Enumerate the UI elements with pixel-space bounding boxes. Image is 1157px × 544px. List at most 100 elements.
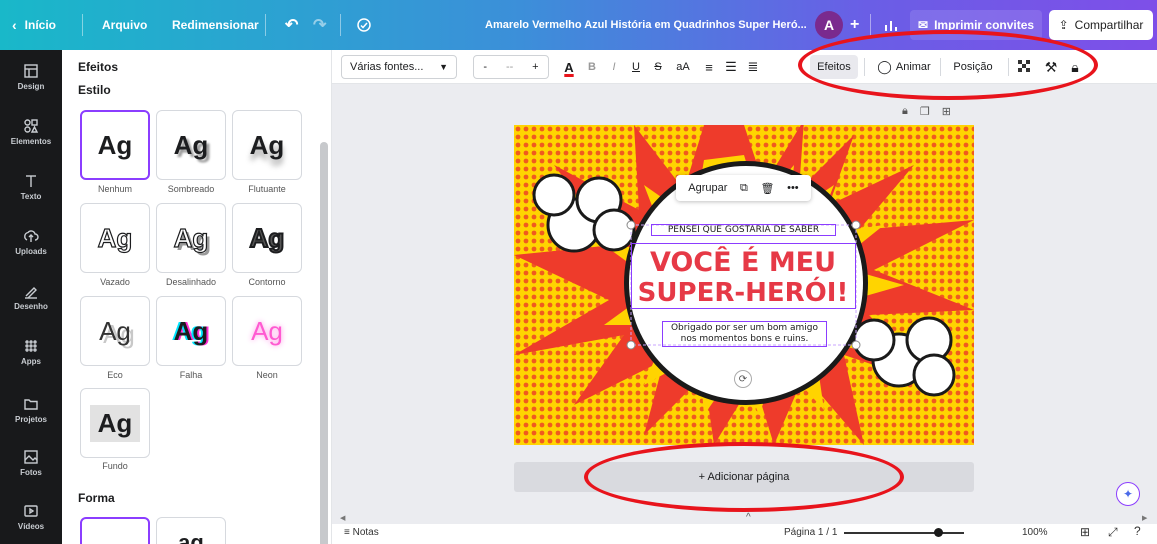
paint-roller-icon[interactable]: ⚒ bbox=[1042, 50, 1060, 84]
spacing-icon[interactable]: ≣ bbox=[744, 50, 762, 84]
back-button[interactable]: ‹ Início bbox=[12, 0, 56, 50]
effect-neon[interactable]: Ag bbox=[232, 296, 302, 366]
page-indicator[interactable]: Página 1 / 1 bbox=[784, 527, 837, 538]
effect-splice[interactable]: Ag bbox=[156, 203, 226, 273]
effect-label: Nenhum bbox=[97, 184, 133, 194]
effect-label: Flutuante bbox=[248, 184, 286, 194]
body-text-box[interactable]: Obrigado por ser um bom amigo nos moment… bbox=[662, 321, 827, 347]
rail-item-draw[interactable]: Desenho bbox=[0, 272, 62, 322]
scroll-left-icon[interactable]: ◀ bbox=[340, 514, 345, 522]
divider bbox=[265, 14, 266, 36]
share-button[interactable]: ⇪ Compartilhar bbox=[1049, 10, 1153, 40]
side-rail: Design Elementos Texto Uploads Desenho A… bbox=[0, 50, 62, 544]
font-dropdown[interactable]: Várias fontes... ▼ bbox=[341, 55, 457, 79]
size-decrease-button[interactable]: - bbox=[483, 61, 487, 73]
notes-button[interactable]: ≡ Notas bbox=[344, 527, 379, 538]
transparency-icon[interactable] bbox=[1016, 50, 1034, 84]
rail-item-uploads[interactable]: Uploads bbox=[0, 217, 62, 267]
position-button[interactable]: Posição bbox=[948, 50, 998, 84]
lock-icon[interactable]: 🔒︎ bbox=[1066, 50, 1084, 84]
add-page-icon[interactable]: ⊞ bbox=[942, 105, 951, 118]
animate-button[interactable]: ◯ Animar bbox=[872, 50, 936, 84]
chevron-up-icon[interactable]: ^ bbox=[746, 512, 751, 523]
folder-icon bbox=[24, 399, 38, 410]
file-menu[interactable]: Arquivo bbox=[102, 0, 147, 50]
copy-icon[interactable]: ⧉ bbox=[740, 182, 748, 195]
help-icon[interactable]: ? bbox=[1134, 524, 1141, 538]
analytics-icon[interactable] bbox=[884, 0, 898, 50]
panel-scrollbar[interactable] bbox=[320, 142, 328, 544]
strikethrough-button[interactable]: S bbox=[650, 50, 666, 84]
letter-case-button[interactable]: aA bbox=[672, 50, 694, 84]
rail-item-photos[interactable]: Fotos bbox=[0, 438, 62, 488]
divider bbox=[870, 14, 871, 36]
print-invites-button[interactable]: ✉ Imprimir convites bbox=[910, 10, 1043, 40]
redo-icon[interactable]: ↷ bbox=[313, 0, 326, 50]
effect-none[interactable]: Ag bbox=[80, 110, 150, 180]
group-button[interactable]: Agrupar bbox=[688, 182, 727, 194]
rail-item-design[interactable]: Design bbox=[0, 52, 62, 102]
shape-curve[interactable]: ag bbox=[156, 517, 226, 544]
underline-button[interactable]: U bbox=[628, 50, 644, 84]
rail-item-videos[interactable]: Vídeos bbox=[0, 492, 62, 542]
font-size-stepper[interactable]: - -- + bbox=[473, 55, 549, 79]
elements-icon bbox=[24, 119, 39, 133]
zoom-slider-handle[interactable] bbox=[934, 528, 943, 537]
magic-assistant-icon[interactable]: ✦ bbox=[1116, 482, 1140, 506]
scroll-right-icon[interactable]: ▶ bbox=[1142, 514, 1147, 522]
effects-label: Efeitos bbox=[817, 61, 851, 73]
shape-sample: ag bbox=[178, 530, 204, 544]
size-increase-button[interactable]: + bbox=[532, 61, 538, 73]
avatar[interactable]: A bbox=[815, 11, 843, 39]
zoom-level[interactable]: 100% bbox=[1022, 527, 1048, 538]
add-collaborator-icon[interactable]: + bbox=[850, 0, 859, 50]
text-color-button[interactable]: A bbox=[560, 50, 578, 84]
cloud-saved-icon[interactable] bbox=[356, 0, 372, 50]
fullscreen-icon[interactable]: ⤢ bbox=[1108, 525, 1118, 540]
effect-lift[interactable]: Ag bbox=[232, 110, 302, 180]
list-icon[interactable]: ☰ bbox=[722, 50, 740, 84]
bold-button[interactable]: B bbox=[584, 50, 600, 84]
duplicate-page-icon[interactable]: ❐ bbox=[920, 105, 930, 118]
canvas-area: 🔒︎ ❐ ⊞ Agrupar ⧉ 🗑︎ ••• PENSEI QUE GOSTA… bbox=[332, 84, 1157, 544]
add-page-button[interactable]: + Adicionar página bbox=[514, 462, 974, 492]
headline-box[interactable]: VOCÊ É MEU SUPER-HERÓI! bbox=[631, 243, 856, 309]
more-button[interactable]: ••• bbox=[787, 182, 799, 194]
grid-view-icon[interactable]: ⊞ bbox=[1080, 525, 1090, 539]
shape-heading: Forma bbox=[78, 491, 115, 505]
undo-icon[interactable]: ↶ bbox=[285, 0, 298, 50]
size-value[interactable]: -- bbox=[506, 61, 513, 73]
small-heading-text[interactable]: PENSEI QUE GOSTARIA DE SABER bbox=[651, 224, 836, 236]
rail-label: Projetos bbox=[14, 415, 47, 424]
effect-shadow[interactable]: Ag bbox=[156, 110, 226, 180]
design-page[interactable]: Agrupar ⧉ 🗑︎ ••• PENSEI QUE GOSTARIA DE … bbox=[514, 125, 974, 445]
shape-none[interactable] bbox=[80, 517, 150, 544]
effect-sample: Ag bbox=[249, 222, 286, 254]
divider bbox=[82, 14, 83, 36]
effect-hollow[interactable]: Ag bbox=[80, 203, 150, 273]
rail-item-projects[interactable]: Projetos bbox=[0, 385, 62, 435]
divider bbox=[340, 14, 341, 36]
lock-page-icon[interactable]: 🔒︎ bbox=[902, 105, 908, 118]
document-title[interactable]: Amarelo Vermelho Azul História em Quadri… bbox=[485, 0, 807, 50]
horizontal-scrollbar[interactable]: ◀ ^ ▶ bbox=[332, 512, 1157, 524]
effect-glitch[interactable]: Ag bbox=[156, 296, 226, 366]
rail-item-apps[interactable]: Apps bbox=[0, 327, 62, 377]
effects-button[interactable]: Efeitos bbox=[810, 55, 858, 79]
trash-icon[interactable]: 🗑︎ bbox=[761, 182, 775, 195]
rotate-handle-icon[interactable]: ⟳ bbox=[734, 370, 752, 388]
rail-item-text[interactable]: Texto bbox=[0, 162, 62, 212]
italic-button[interactable]: I bbox=[606, 50, 622, 84]
effect-outline[interactable]: Ag bbox=[232, 203, 302, 273]
rail-label: Uploads bbox=[15, 247, 47, 256]
rail-item-elements[interactable]: Elementos bbox=[0, 107, 62, 157]
video-icon bbox=[24, 505, 38, 517]
align-icon[interactable]: ≡ bbox=[700, 50, 718, 84]
effect-echo[interactable]: Ag bbox=[80, 296, 150, 366]
resize-menu[interactable]: Redimensionar bbox=[172, 0, 259, 50]
zoom-slider[interactable] bbox=[844, 528, 964, 537]
page-actions: 🔒︎ ❐ ⊞ bbox=[902, 105, 951, 118]
effect-label: Fundo bbox=[102, 461, 128, 471]
effect-background[interactable]: Ag bbox=[80, 388, 150, 458]
effect-sample: Ag bbox=[89, 404, 141, 442]
